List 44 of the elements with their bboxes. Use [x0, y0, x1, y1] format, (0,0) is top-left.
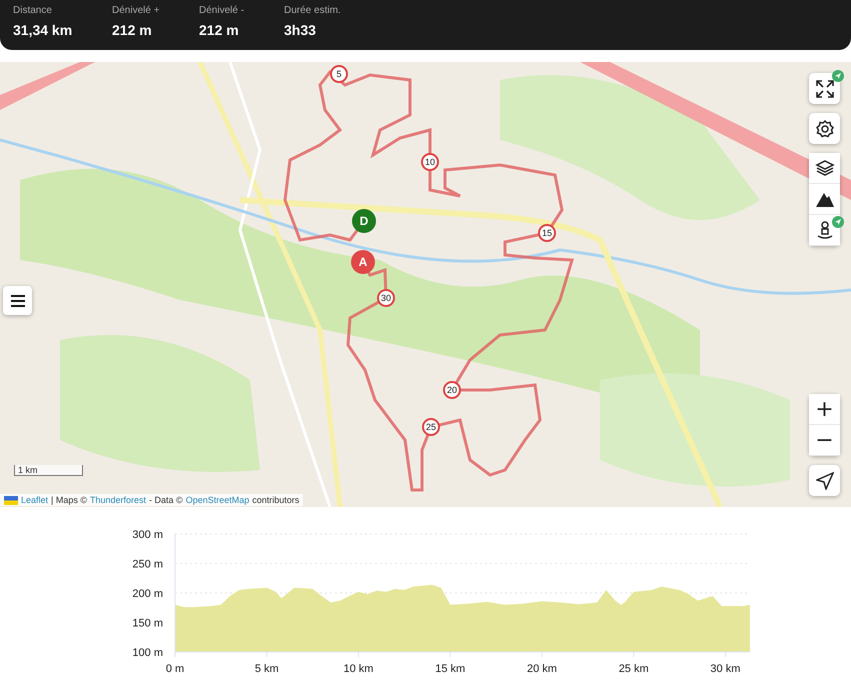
- zoom-out-button[interactable]: −: [809, 425, 840, 456]
- stat-value: 212 m: [199, 22, 240, 38]
- x-axis-label: 0 m: [166, 663, 184, 675]
- location-badge-icon: [832, 70, 844, 82]
- stat-label: Distance: [13, 5, 53, 16]
- attribution-text: contributors: [252, 495, 300, 505]
- locate-button[interactable]: [809, 465, 840, 496]
- leaflet-link[interactable]: Leaflet: [21, 495, 48, 505]
- menu-icon: [10, 294, 24, 306]
- thunderforest-link[interactable]: Thunderforest: [90, 495, 146, 505]
- layers-icon: [814, 158, 834, 178]
- x-axis-label: 10 km: [343, 663, 374, 675]
- y-axis-label: 300 m: [132, 529, 163, 541]
- stat-label: Dénivelé -: [199, 5, 246, 16]
- layers-button[interactable]: [809, 153, 840, 184]
- stat-label: Dénivelé +: [112, 5, 161, 16]
- x-axis-label: 20 km: [526, 663, 557, 675]
- y-axis-label: 250 m: [132, 558, 163, 570]
- location-badge-icon: [832, 216, 844, 228]
- x-axis-label: 30 km: [710, 663, 740, 675]
- stat-value: 31,34 km: [13, 22, 74, 38]
- y-axis-label: 200 m: [132, 588, 163, 600]
- stat-value: 3h33: [284, 22, 317, 38]
- y-axis-label: 100 m: [132, 647, 163, 659]
- attribution-text: | Maps ©: [51, 495, 88, 505]
- openstreetmap-link[interactable]: OpenStreetMap: [186, 495, 250, 505]
- x-axis-label: 15 km: [435, 663, 466, 675]
- menu-button[interactable]: [3, 286, 32, 315]
- navigation-arrow-icon: [816, 472, 834, 490]
- terrain-button[interactable]: [809, 184, 840, 215]
- y-axis-label: 150 m: [132, 618, 163, 630]
- settings-button[interactable]: [809, 113, 840, 144]
- stat-label: Durée estim.: [284, 5, 341, 16]
- x-axis-label: 25 km: [618, 663, 649, 675]
- flag-icon: [4, 496, 18, 504]
- stat-value: 212 m: [112, 22, 153, 38]
- x-axis-label: 5 km: [254, 663, 279, 675]
- fullscreen-button[interactable]: [809, 73, 840, 104]
- scale-bar: 1 km: [14, 465, 83, 476]
- street-view-button[interactable]: [809, 215, 840, 246]
- settings-icon: [814, 118, 834, 138]
- fullscreen-icon: [814, 78, 834, 98]
- zoom-in-button[interactable]: +: [809, 394, 840, 425]
- attribution-text: - Data ©: [149, 495, 183, 505]
